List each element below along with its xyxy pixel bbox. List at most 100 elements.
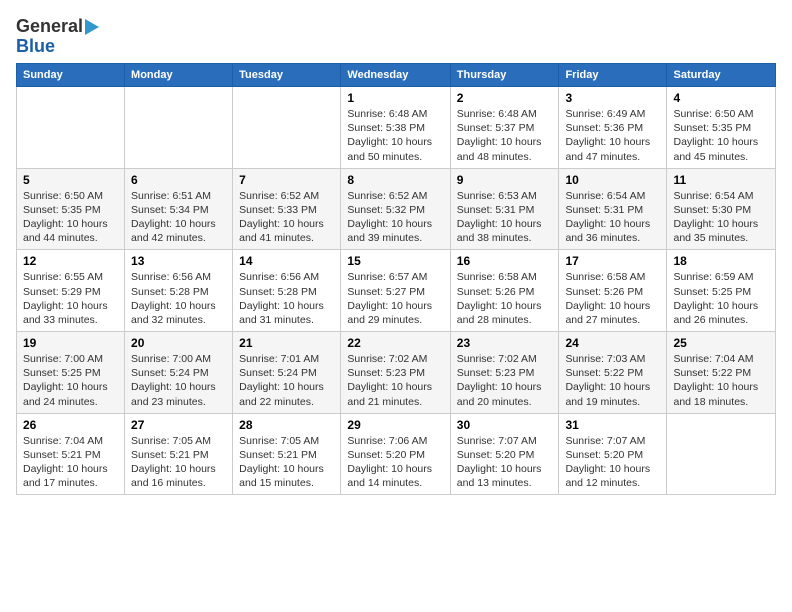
logo-blue: Blue <box>16 37 55 55</box>
weekday-header-row: SundayMondayTuesdayWednesdayThursdayFrid… <box>17 64 776 87</box>
day-info: Sunrise: 7:07 AMSunset: 5:20 PMDaylight:… <box>457 434 553 491</box>
calendar-cell: 11Sunrise: 6:54 AMSunset: 5:30 PMDayligh… <box>667 168 776 250</box>
day-number: 13 <box>131 254 226 268</box>
calendar-cell: 1Sunrise: 6:48 AMSunset: 5:38 PMDaylight… <box>341 87 450 169</box>
day-number: 14 <box>239 254 334 268</box>
logo-arrow-icon <box>85 19 99 35</box>
day-info: Sunrise: 6:53 AMSunset: 5:31 PMDaylight:… <box>457 189 553 246</box>
day-info: Sunrise: 7:04 AMSunset: 5:22 PMDaylight:… <box>673 352 769 409</box>
day-number: 27 <box>131 418 226 432</box>
calendar-cell: 6 Sunrise: 6:51 AMSunset: 5:34 PMDaylight… <box>125 168 233 250</box>
day-info: Sunrise: 7:05 AMSunset: 5:21 PMDaylight:… <box>131 434 226 491</box>
day-number: 20 <box>131 336 226 350</box>
weekday-header-monday: Monday <box>125 64 233 87</box>
calendar-cell: 17 Sunrise: 6:58 AMSunset: 5:26 PMDayligh… <box>559 250 667 332</box>
day-info: Sunrise: 6:57 AMSunset: 5:27 PMDaylight:… <box>347 270 443 327</box>
logo-general: General <box>16 16 83 37</box>
day-number: 21 <box>239 336 334 350</box>
day-info: Sunrise: 7:00 AMSunset: 5:24 PMDaylight:… <box>131 352 226 409</box>
calendar-table: SundayMondayTuesdayWednesdayThursdayFrid… <box>16 63 776 495</box>
day-number: 15 <box>347 254 443 268</box>
day-info: Sunrise: 6:58 AMSunset: 5:26 PMDaylight:… <box>457 270 553 327</box>
day-info: Sunrise: 7:02 AMSunset: 5:23 PMDaylight:… <box>457 352 553 409</box>
calendar-cell: 22 Sunrise: 7:02 AMSunset: 5:23 PMDayligh… <box>341 332 450 414</box>
calendar-cell: 30Sunrise: 7:07 AMSunset: 5:20 PMDayligh… <box>450 413 559 495</box>
calendar-cell: 19Sunrise: 7:00 AMSunset: 5:25 PMDayligh… <box>17 332 125 414</box>
day-number: 8 <box>347 173 443 187</box>
page-header: General Blue <box>16 16 776 55</box>
day-number: 23 <box>457 336 553 350</box>
day-info: Sunrise: 7:04 AMSunset: 5:21 PMDaylight:… <box>23 434 118 491</box>
day-info: Sunrise: 6:50 AMSunset: 5:35 PMDaylight:… <box>673 107 769 164</box>
week-row-3: 12Sunrise: 6:55 AMSunset: 5:29 PMDayligh… <box>17 250 776 332</box>
calendar-cell: 21Sunrise: 7:01 AMSunset: 5:24 PMDayligh… <box>233 332 341 414</box>
week-row-2: 5 Sunrise: 6:50 AMSunset: 5:35 PMDaylight… <box>17 168 776 250</box>
day-number: 29 <box>347 418 443 432</box>
day-info: Sunrise: 7:07 AMSunset: 5:20 PMDaylight:… <box>565 434 660 491</box>
calendar-cell: 8 Sunrise: 6:52 AMSunset: 5:32 PMDaylight… <box>341 168 450 250</box>
day-number: 5 <box>23 173 118 187</box>
weekday-header-friday: Friday <box>559 64 667 87</box>
day-info: Sunrise: 6:48 AMSunset: 5:37 PMDaylight:… <box>457 107 553 164</box>
day-number: 28 <box>239 418 334 432</box>
calendar-cell <box>233 87 341 169</box>
calendar-cell <box>125 87 233 169</box>
day-number: 18 <box>673 254 769 268</box>
calendar-cell: 27 Sunrise: 7:05 AMSunset: 5:21 PMDayligh… <box>125 413 233 495</box>
calendar-cell: 23 Sunrise: 7:02 AMSunset: 5:23 PMDayligh… <box>450 332 559 414</box>
calendar-cell: 10Sunrise: 6:54 AMSunset: 5:31 PMDayligh… <box>559 168 667 250</box>
weekday-header-sunday: Sunday <box>17 64 125 87</box>
calendar-cell: 3 Sunrise: 6:49 AMSunset: 5:36 PMDaylight… <box>559 87 667 169</box>
calendar-cell <box>17 87 125 169</box>
calendar-cell: 20 Sunrise: 7:00 AMSunset: 5:24 PMDayligh… <box>125 332 233 414</box>
day-number: 12 <box>23 254 118 268</box>
calendar-cell: 5 Sunrise: 6:50 AMSunset: 5:35 PMDaylight… <box>17 168 125 250</box>
week-row-5: 26 Sunrise: 7:04 AMSunset: 5:21 PMDayligh… <box>17 413 776 495</box>
day-info: Sunrise: 6:56 AMSunset: 5:28 PMDaylight:… <box>239 270 334 327</box>
day-number: 31 <box>565 418 660 432</box>
day-number: 7 <box>239 173 334 187</box>
calendar-cell: 2 Sunrise: 6:48 AMSunset: 5:37 PMDaylight… <box>450 87 559 169</box>
day-info: Sunrise: 6:49 AMSunset: 5:36 PMDaylight:… <box>565 107 660 164</box>
calendar-cell <box>667 413 776 495</box>
day-number: 6 <box>131 173 226 187</box>
day-info: Sunrise: 6:50 AMSunset: 5:35 PMDaylight:… <box>23 189 118 246</box>
day-info: Sunrise: 6:52 AMSunset: 5:33 PMDaylight:… <box>239 189 334 246</box>
day-number: 2 <box>457 91 553 105</box>
calendar-cell: 13 Sunrise: 6:56 AMSunset: 5:28 PMDayligh… <box>125 250 233 332</box>
day-number: 11 <box>673 173 769 187</box>
calendar-cell: 9 Sunrise: 6:53 AMSunset: 5:31 PMDaylight… <box>450 168 559 250</box>
calendar-cell: 7 Sunrise: 6:52 AMSunset: 5:33 PMDaylight… <box>233 168 341 250</box>
calendar-cell: 31 Sunrise: 7:07 AMSunset: 5:20 PMDayligh… <box>559 413 667 495</box>
day-info: Sunrise: 6:52 AMSunset: 5:32 PMDaylight:… <box>347 189 443 246</box>
calendar-cell: 26 Sunrise: 7:04 AMSunset: 5:21 PMDayligh… <box>17 413 125 495</box>
day-number: 25 <box>673 336 769 350</box>
day-number: 10 <box>565 173 660 187</box>
day-number: 17 <box>565 254 660 268</box>
week-row-1: 1Sunrise: 6:48 AMSunset: 5:38 PMDaylight… <box>17 87 776 169</box>
day-info: Sunrise: 6:51 AMSunset: 5:34 PMDaylight:… <box>131 189 226 246</box>
day-info: Sunrise: 6:56 AMSunset: 5:28 PMDaylight:… <box>131 270 226 327</box>
calendar-cell: 29Sunrise: 7:06 AMSunset: 5:20 PMDayligh… <box>341 413 450 495</box>
calendar-cell: 12Sunrise: 6:55 AMSunset: 5:29 PMDayligh… <box>17 250 125 332</box>
day-number: 19 <box>23 336 118 350</box>
day-number: 9 <box>457 173 553 187</box>
calendar-cell: 28 Sunrise: 7:05 AMSunset: 5:21 PMDayligh… <box>233 413 341 495</box>
day-info: Sunrise: 7:05 AMSunset: 5:21 PMDaylight:… <box>239 434 334 491</box>
calendar-cell: 14 Sunrise: 6:56 AMSunset: 5:28 PMDayligh… <box>233 250 341 332</box>
day-number: 3 <box>565 91 660 105</box>
calendar-cell: 24Sunrise: 7:03 AMSunset: 5:22 PMDayligh… <box>559 332 667 414</box>
logo: General Blue <box>16 16 99 55</box>
weekday-header-wednesday: Wednesday <box>341 64 450 87</box>
day-info: Sunrise: 6:58 AMSunset: 5:26 PMDaylight:… <box>565 270 660 327</box>
weekday-header-saturday: Saturday <box>667 64 776 87</box>
day-info: Sunrise: 6:59 AMSunset: 5:25 PMDaylight:… <box>673 270 769 327</box>
calendar-cell: 15 Sunrise: 6:57 AMSunset: 5:27 PMDayligh… <box>341 250 450 332</box>
day-number: 22 <box>347 336 443 350</box>
day-number: 26 <box>23 418 118 432</box>
day-info: Sunrise: 7:02 AMSunset: 5:23 PMDaylight:… <box>347 352 443 409</box>
weekday-header-thursday: Thursday <box>450 64 559 87</box>
week-row-4: 19Sunrise: 7:00 AMSunset: 5:25 PMDayligh… <box>17 332 776 414</box>
calendar-cell: 18 Sunrise: 6:59 AMSunset: 5:25 PMDayligh… <box>667 250 776 332</box>
day-number: 24 <box>565 336 660 350</box>
